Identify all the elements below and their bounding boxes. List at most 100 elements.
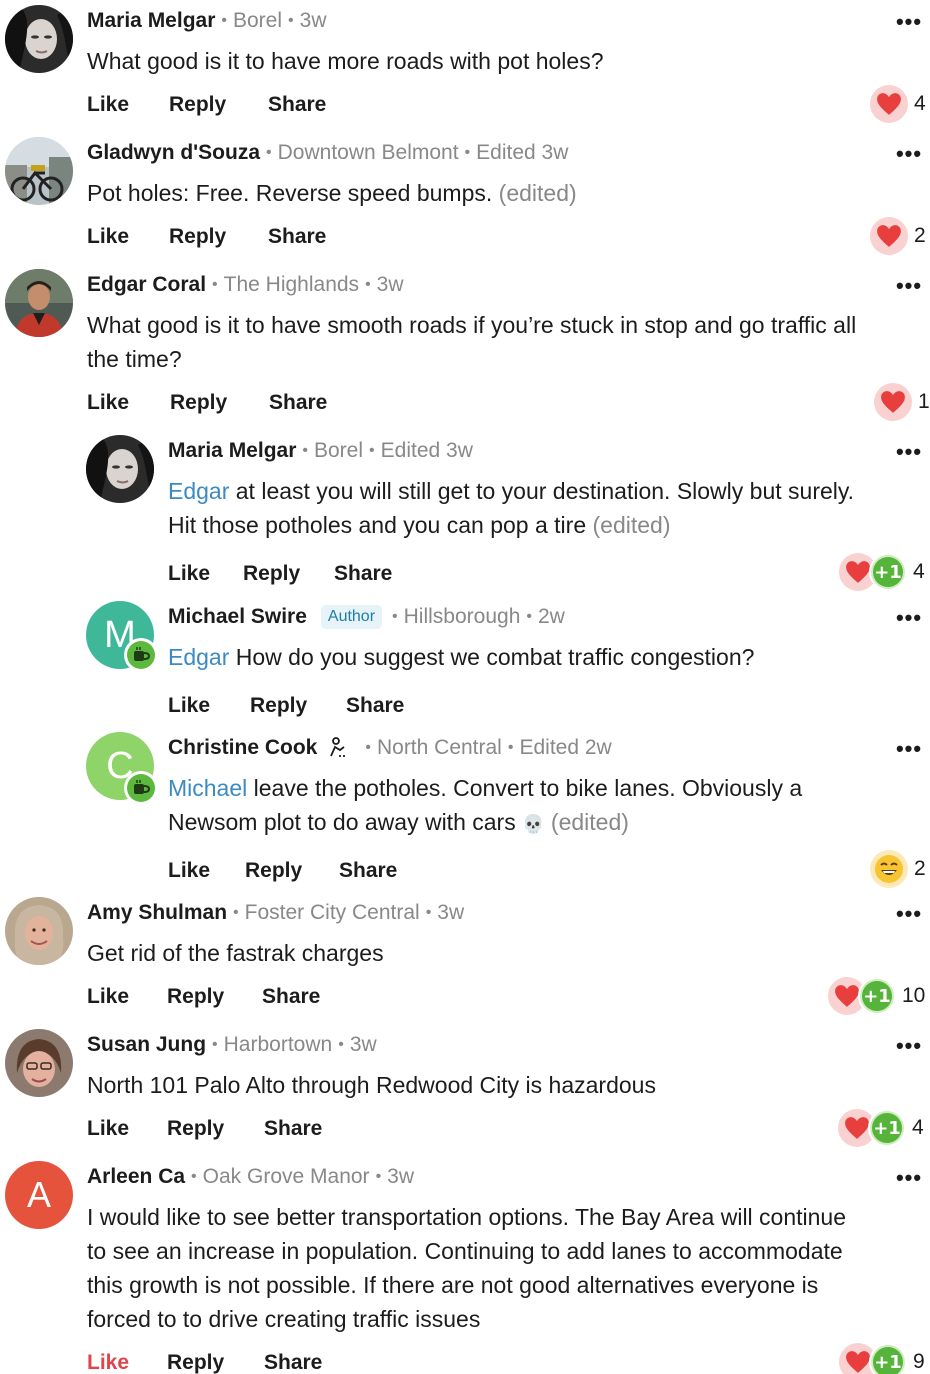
more-options-icon[interactable]: ••• (891, 1033, 927, 1058)
more-options-icon[interactable]: ••• (891, 901, 927, 926)
reply-button[interactable]: Reply (169, 225, 268, 249)
like-button[interactable]: Like (87, 93, 169, 117)
reply-button[interactable]: Reply (245, 859, 339, 883)
neighborhood[interactable]: The Highlands (224, 273, 359, 297)
author-name[interactable]: Maria Melgar (168, 439, 296, 463)
reaction-summary[interactable]: 2 (870, 849, 926, 889)
author-name[interactable]: Christine Cook (168, 736, 317, 760)
author-name[interactable]: Michael Swire (168, 605, 307, 629)
reply-button[interactable]: Reply (170, 391, 269, 415)
share-button[interactable]: Share (334, 562, 392, 586)
avatar-initial: A (26, 1174, 51, 1215)
avatar[interactable] (5, 137, 73, 205)
reaction-summary[interactable]: 4 (870, 84, 926, 124)
neighborhood[interactable]: Foster City Central (245, 901, 420, 925)
reaction-summary[interactable]: 1 (874, 382, 930, 422)
reaction-summary[interactable]: +1 9 (839, 1342, 925, 1374)
separator-dot: • (288, 12, 294, 29)
reaction-count: 2 (914, 857, 926, 880)
separator-dot: • (266, 144, 272, 161)
share-button[interactable]: Share (262, 985, 320, 1009)
more-options-icon[interactable]: ••• (891, 9, 927, 34)
neighborhood[interactable]: Oak Grove Manor (203, 1165, 370, 1189)
avatar[interactable] (5, 1029, 73, 1097)
comment-text-line: Edgar at least you will still get to you… (168, 474, 854, 508)
plus-one-icon: +1 (858, 977, 896, 1015)
timestamp: 3w (437, 901, 465, 924)
separator-dot: • (507, 739, 514, 756)
like-button[interactable]: Like (87, 1351, 167, 1374)
more-options-icon[interactable]: ••• (891, 1165, 927, 1190)
neighborhood[interactable]: Downtown Belmont (278, 141, 459, 165)
comment-text-content: Pot holes: Free. Reverse speed bumps. (87, 180, 493, 206)
author-name[interactable]: Maria Melgar (87, 9, 215, 33)
mention-link[interactable]: Edgar (168, 478, 229, 504)
neighborhood[interactable]: Hillsborough (404, 605, 521, 629)
share-button[interactable]: Share (264, 1117, 322, 1141)
reply-button[interactable]: Reply (243, 562, 334, 586)
more-options-icon[interactable]: ••• (891, 273, 927, 298)
reply-button[interactable]: Reply (169, 93, 268, 117)
like-button[interactable]: Like (168, 859, 245, 883)
more-options-icon[interactable]: ••• (891, 605, 927, 630)
share-button[interactable]: Share (264, 1351, 322, 1374)
reply-button[interactable]: Reply (167, 985, 262, 1009)
reaction-summary[interactable]: +1 4 (838, 1108, 924, 1148)
author-name[interactable]: Edgar Coral (87, 273, 206, 297)
comment-header: Susan Jung • Harbortown • 3w (87, 1030, 377, 1060)
author-badge: Author (320, 605, 383, 629)
comment-text: Edgar How do you suggest we combat traff… (168, 640, 754, 674)
comment-actions: Like Reply Share (87, 225, 326, 249)
edited-label: (edited) (592, 512, 671, 538)
comment-text: North 101 Palo Alto through Redwood City… (87, 1068, 656, 1102)
avatar[interactable] (5, 5, 73, 73)
neighborhood[interactable]: North Central (377, 736, 502, 760)
reaction-summary[interactable]: 2 (870, 216, 926, 256)
reaction-summary[interactable]: +1 10 (828, 976, 925, 1016)
like-button[interactable]: Like (87, 391, 170, 415)
avatar[interactable] (86, 435, 154, 503)
like-button[interactable]: Like (168, 562, 243, 586)
reply-button[interactable]: Reply (167, 1117, 264, 1141)
share-button[interactable]: Share (339, 859, 397, 883)
mention-link[interactable]: Edgar (168, 644, 229, 670)
avatar[interactable] (5, 269, 73, 337)
more-options-icon[interactable]: ••• (891, 141, 927, 166)
timestamp: 3w (349, 1033, 377, 1056)
share-button[interactable]: Share (269, 391, 327, 415)
author-name[interactable]: Gladwyn d'Souza (87, 141, 260, 165)
avatar[interactable]: A (5, 1161, 73, 1229)
separator-dot: • (233, 904, 239, 921)
timestamp: 2w (537, 605, 565, 628)
mention-link[interactable]: Michael (168, 775, 247, 801)
more-options-icon[interactable]: ••• (891, 736, 927, 761)
comment-actions: Like Reply Share (87, 391, 327, 415)
reply-button[interactable]: Reply (250, 694, 346, 718)
edited-label: (edited) (498, 180, 577, 206)
more-options-icon[interactable]: ••• (891, 439, 927, 464)
like-button[interactable]: Like (87, 1117, 167, 1141)
neighborhood[interactable]: Borel (233, 9, 282, 33)
share-button[interactable]: Share (346, 694, 404, 718)
like-button[interactable]: Like (87, 985, 167, 1009)
like-button[interactable]: Like (168, 694, 250, 718)
comment-text-content: Hit those potholes and you can pop a tir… (168, 512, 587, 538)
share-button[interactable]: Share (268, 93, 326, 117)
reaction-summary[interactable]: +1 4 (839, 552, 925, 592)
comment-header: Michael Swire Author • Hillsborough • 2w (168, 602, 565, 632)
like-button[interactable]: Like (87, 225, 169, 249)
neighborhood[interactable]: Borel (314, 439, 363, 463)
author-name[interactable]: Amy Shulman (87, 901, 227, 925)
author-name[interactable]: Susan Jung (87, 1033, 206, 1057)
reply-button[interactable]: Reply (167, 1351, 264, 1374)
share-button[interactable]: Share (268, 225, 326, 249)
comment-actions: Like Reply Share (168, 562, 392, 586)
author-name[interactable]: Arleen Ca (87, 1165, 185, 1189)
comment-text: What good is it to have more roads with … (87, 44, 604, 78)
comment-actions: Like Reply Share (87, 93, 326, 117)
comment-text-content: How do you suggest we combat traffic con… (229, 644, 755, 670)
avatar[interactable] (5, 897, 73, 965)
neighborhood[interactable]: Harbortown (224, 1033, 333, 1057)
separator-dot: • (212, 276, 218, 293)
reaction-count: 4 (914, 92, 926, 115)
